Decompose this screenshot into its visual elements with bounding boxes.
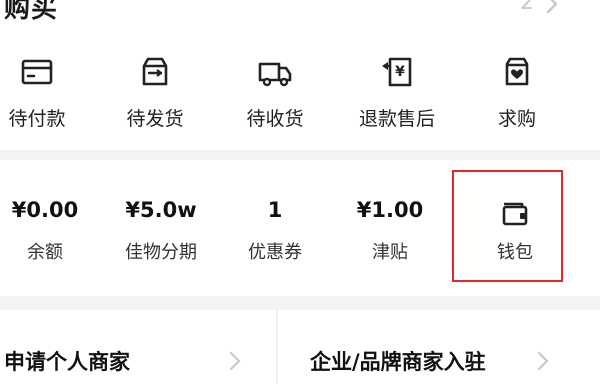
chevron-right-icon [546,0,558,14]
wallet-value: ¥1.00 [356,198,424,222]
bottom-label: 申请个人商家 [4,350,130,374]
merchant-row: 申请个人商家 企业/品牌商家入驻 [0,310,600,384]
order-item-pending-receipt[interactable]: 待收货 [220,50,330,146]
order-item-wanted[interactable]: 求购 [462,50,572,146]
header-count: 2 [520,0,534,15]
order-status-row: 待付款 待发货 待收货 ¥ 退款售后 求购 [0,50,600,146]
svg-text:¥: ¥ [395,64,405,80]
apply-personal-merchant[interactable]: 申请个人商家 [0,310,276,384]
order-label: 待付款 [8,108,66,130]
wallet-highlight-box [452,170,563,282]
wallet-label: 优惠券 [248,242,302,263]
wallet-value: 1 [267,198,283,222]
truck-icon [258,62,292,87]
card-icon [21,59,53,85]
wallet-label: 余额 [27,242,63,263]
order-item-refund[interactable]: ¥ 退款售后 [342,50,452,146]
bottom-label: 企业/品牌商家入驻 [310,350,486,374]
order-label: 求购 [497,108,536,130]
order-item-pending-shipment[interactable]: 待发货 [100,50,210,146]
chevron-right-icon [229,351,241,371]
package-icon [142,57,168,86]
refund-icon: ¥ [382,57,412,87]
order-label: 待发货 [126,108,184,130]
section-divider [0,296,600,310]
wallet-item-coupon[interactable]: 1 优惠券 [220,160,330,294]
order-item-pending-payment[interactable]: 待付款 [0,50,92,146]
order-label: 退款售后 [358,108,435,130]
enterprise-merchant-entry[interactable]: 企业/品牌商家入驻 [278,310,600,384]
wallet-label: 佳物分期 [125,242,197,263]
section-title: 购买 [4,0,59,24]
wallet-item-installment[interactable]: ¥5.0w 佳物分期 [106,160,216,294]
wallet-value: ¥0.00 [11,198,79,222]
wallet-item-balance[interactable]: ¥0.00 余额 [0,160,100,294]
order-label: 待收货 [246,108,304,130]
wallet-label: 津贴 [372,242,408,263]
wallet-item-allowance[interactable]: ¥1.00 津贴 [335,160,445,294]
chevron-right-icon [537,351,549,371]
vertical-divider [276,310,278,384]
purchase-section-header[interactable]: 购买 2 [0,0,600,26]
bag-heart-icon [505,57,529,86]
wallet-value: ¥5.0w [125,198,197,222]
